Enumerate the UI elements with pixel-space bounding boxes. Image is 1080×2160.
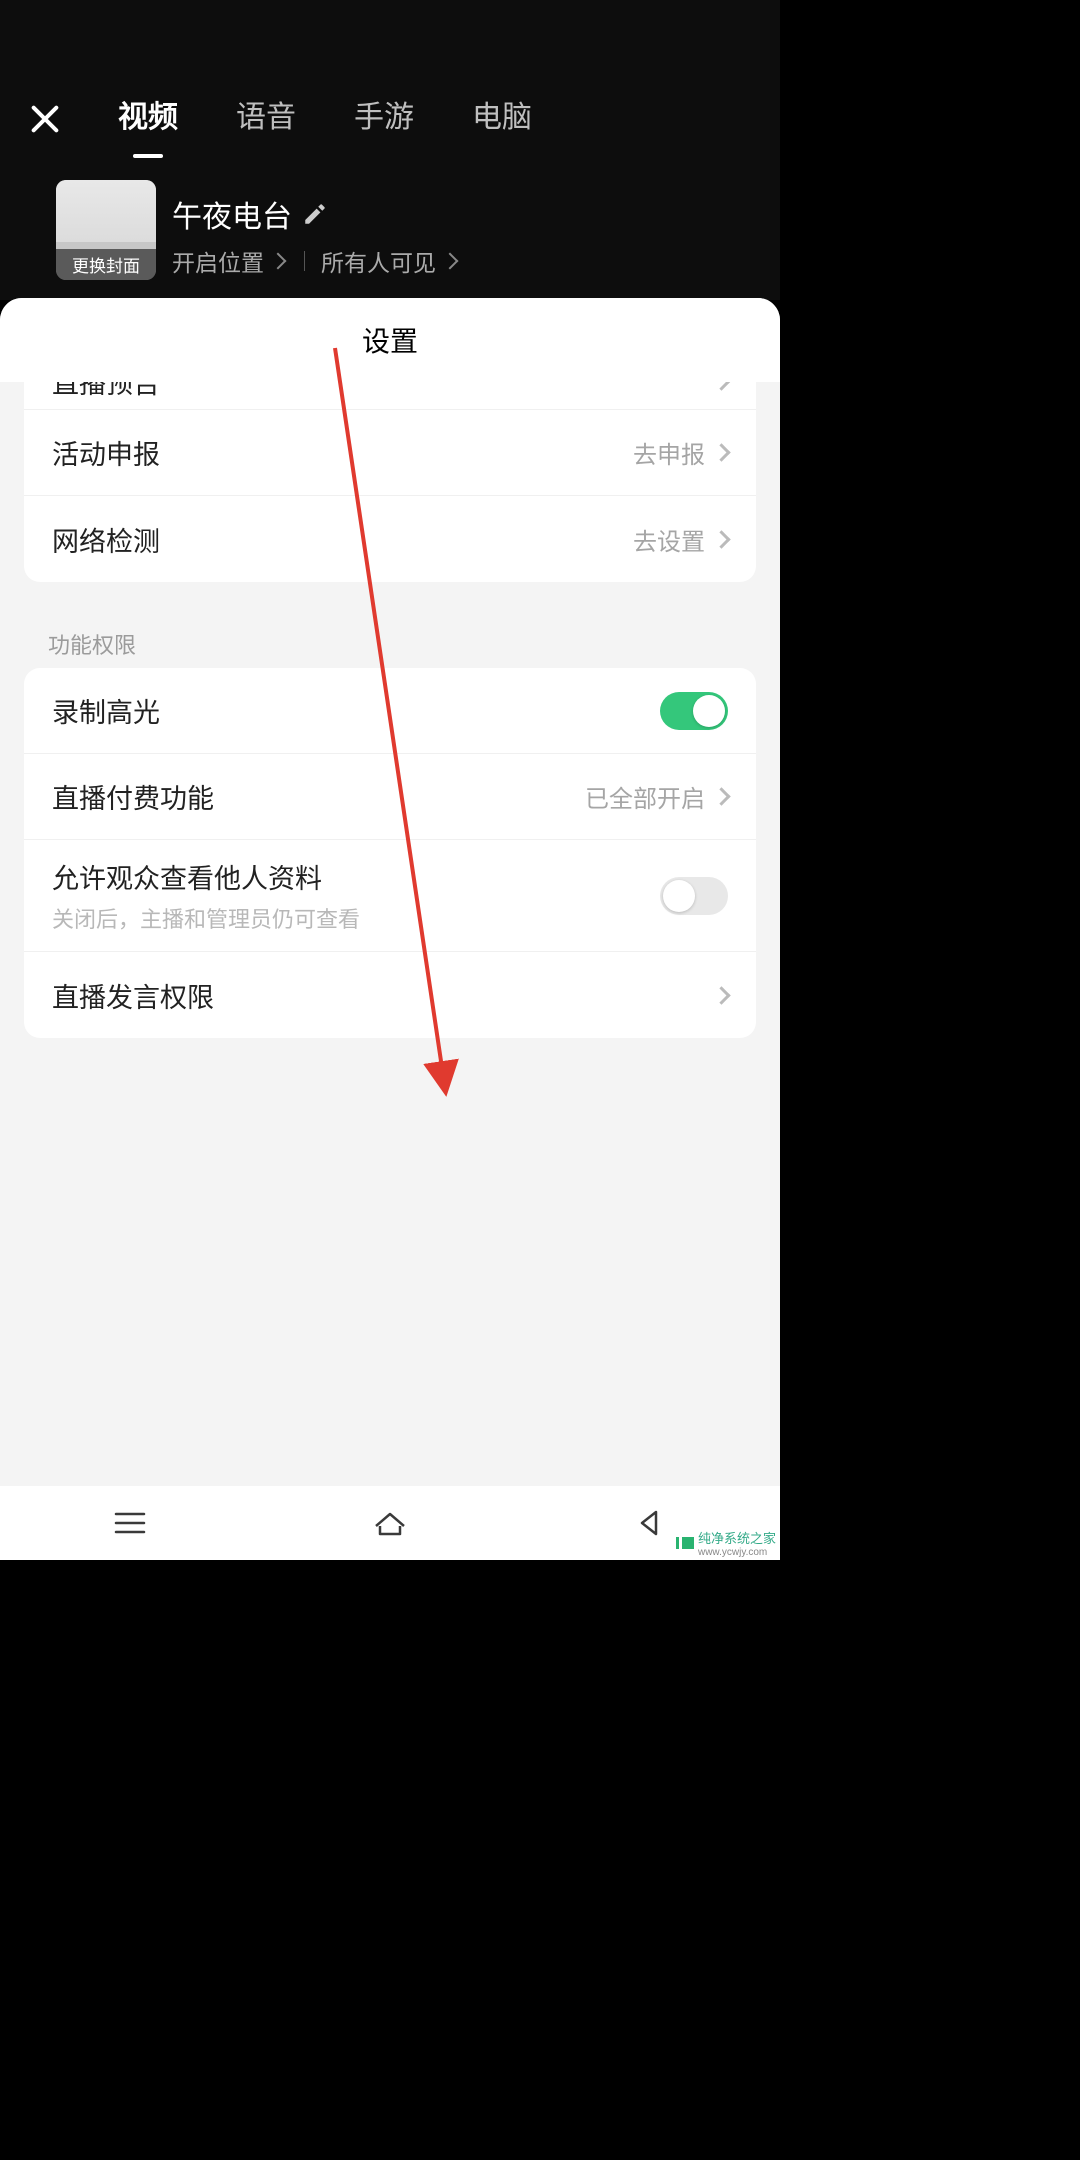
screen-root: 视频 语音 手游 电脑 更换封面 午夜电台 开启位置 所有人可见 设置 (0, 0, 780, 1560)
toggle-allow-view-profile[interactable] (660, 877, 728, 915)
tab-mobile[interactable]: 手游 (354, 92, 414, 158)
toggle-record-highlight[interactable] (660, 692, 728, 730)
settings-title: 设置 (0, 298, 780, 382)
row-value: 去申报 (633, 435, 705, 470)
tab-voice[interactable]: 语音 (236, 92, 296, 158)
row-label: 直播付费功能 (52, 777, 214, 816)
close-button[interactable] (22, 96, 68, 142)
settings-sheet: 设置 直播预告 活动申报 去申报 网络检测 去设置 (0, 298, 780, 1486)
chevron-right-icon (270, 253, 287, 270)
row-network-check[interactable]: 网络检测 去设置 (24, 496, 756, 582)
flag-icon (676, 1537, 694, 1549)
watermark-text: 纯净系统之家 (698, 1528, 776, 1547)
settings-list[interactable]: 直播预告 活动申报 去申报 网络检测 去设置 功能权限 (0, 382, 780, 1486)
nav-back-icon[interactable] (632, 1508, 668, 1538)
change-cover-button[interactable]: 更换封面 (56, 180, 156, 280)
chevron-right-icon (712, 986, 730, 1004)
row-label: 活动申报 (52, 433, 160, 472)
row-value: 已全部开启 (585, 779, 705, 814)
visibility-button[interactable]: 所有人可见 (321, 244, 436, 278)
chevron-right-icon (712, 787, 730, 805)
chevron-right-icon (442, 253, 459, 270)
watermark-url: www.ycwjy.com (698, 1547, 776, 1558)
row-allow-view-profile[interactable]: 允许观众查看他人资料 关闭后，主播和管理员仍可查看 (24, 840, 756, 952)
nav-home-icon[interactable] (372, 1508, 408, 1538)
chevron-right-icon (712, 443, 730, 461)
room-title-row[interactable]: 午夜电台 (172, 192, 328, 236)
header-dark: 视频 语音 手游 电脑 更换封面 午夜电台 开启位置 所有人可见 (0, 0, 780, 300)
tab-video[interactable]: 视频 (118, 92, 178, 158)
change-cover-label: 更换封面 (56, 249, 156, 280)
enable-location-button[interactable]: 开启位置 (172, 244, 264, 278)
row-activity-report[interactable]: 活动申报 去申报 (24, 410, 756, 496)
room-title: 午夜电台 (172, 192, 292, 236)
header-tabs: 视频 语音 手游 电脑 (118, 92, 740, 158)
row-record-highlight[interactable]: 录制高光 (24, 668, 756, 754)
watermark: 纯净系统之家 www.ycwjy.com (672, 1526, 780, 1560)
tab-pc[interactable]: 电脑 (472, 92, 532, 158)
row-label: 直播发言权限 (52, 976, 214, 1015)
row-paid-feature[interactable]: 直播付费功能 已全部开启 (24, 754, 756, 840)
row-live-preview[interactable]: 直播预告 (24, 382, 756, 410)
row-description: 关闭后，主播和管理员仍可查看 (52, 902, 360, 934)
section-header-permissions: 功能权限 (0, 608, 780, 668)
row-speak-permission[interactable]: 直播发言权限 (24, 952, 756, 1038)
row-label: 网络检测 (52, 520, 160, 559)
chevron-right-icon (712, 530, 730, 548)
settings-group-general: 直播预告 活动申报 去申报 网络检测 去设置 (24, 382, 756, 582)
cover-thumbnail (56, 180, 156, 242)
nav-recent-icon[interactable] (112, 1508, 148, 1538)
edit-icon (302, 201, 328, 227)
row-label: 直播预告 (52, 382, 160, 401)
row-value: 去设置 (633, 522, 705, 557)
row-label: 允许观众查看他人资料 (52, 857, 360, 896)
room-sub-row: 开启位置 所有人可见 (172, 244, 460, 278)
close-icon (28, 102, 62, 136)
chevron-right-icon (712, 382, 730, 391)
divider (304, 251, 305, 271)
android-nav-bar (0, 1486, 780, 1560)
row-label: 录制高光 (52, 691, 160, 730)
settings-group-permissions: 录制高光 直播付费功能 已全部开启 允许观众查看他人资料 关闭后，主播和管理员仍… (24, 668, 756, 1038)
